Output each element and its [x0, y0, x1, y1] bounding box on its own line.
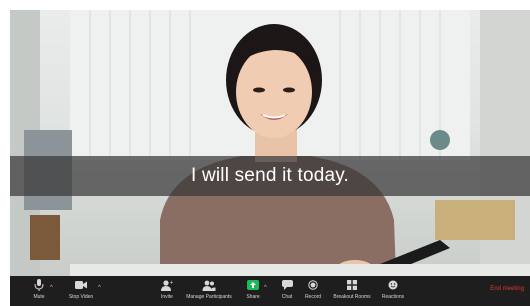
participant-video-image [10, 10, 530, 276]
breakout-rooms-icon [347, 279, 357, 291]
smiley-face-icon [388, 279, 398, 291]
video-options-caret-icon[interactable]: ^ [98, 285, 101, 291]
end-meeting-button[interactable]: End meeting [490, 286, 524, 292]
manage-participants-label: Manage Participants [186, 294, 232, 300]
manage-participants-button[interactable]: Manage Participants [186, 279, 232, 303]
video-camera-icon [75, 279, 87, 291]
add-person-icon: + [161, 279, 173, 291]
video-feed: I will send it today. [10, 10, 530, 276]
share-options-caret-icon[interactable]: ^ [264, 285, 267, 291]
invite-button[interactable]: + Invite [158, 279, 176, 303]
chat-button[interactable]: Chat [278, 279, 296, 303]
record-icon [308, 279, 318, 291]
meeting-toolbar: Mute ^ Stop Video ^ + Invite Manage Part… [10, 276, 530, 306]
mute-button[interactable]: Mute [30, 279, 48, 303]
closed-caption-text: I will send it today. [190, 165, 350, 186]
breakout-rooms-label: Breakout Rooms [333, 294, 371, 300]
breakout-rooms-button[interactable]: Breakout Rooms [332, 279, 372, 303]
invite-label: Invite [161, 294, 173, 300]
chat-bubble-icon [281, 279, 293, 291]
record-label: Record [304, 294, 322, 300]
participants-icon [202, 279, 216, 291]
record-button[interactable]: Record [302, 279, 324, 303]
svg-text:+: + [170, 280, 174, 286]
meeting-window: I will send it today. Mute ^ Stop Video … [10, 10, 530, 306]
reactions-label: Reactions [381, 294, 405, 300]
chat-label: Chat [281, 294, 293, 300]
closed-caption-bar: I will send it today. [10, 156, 530, 196]
share-screen-icon [247, 279, 259, 291]
share-label: Share [246, 294, 260, 300]
microphone-icon [34, 279, 44, 291]
audio-options-caret-icon[interactable]: ^ [50, 285, 53, 291]
stop-video-button[interactable]: Stop Video [66, 279, 96, 303]
reactions-button[interactable]: Reactions [380, 279, 406, 303]
mute-label: Mute [33, 294, 45, 300]
stop-video-label: Stop Video [68, 294, 94, 300]
share-screen-button[interactable]: Share [244, 279, 262, 303]
